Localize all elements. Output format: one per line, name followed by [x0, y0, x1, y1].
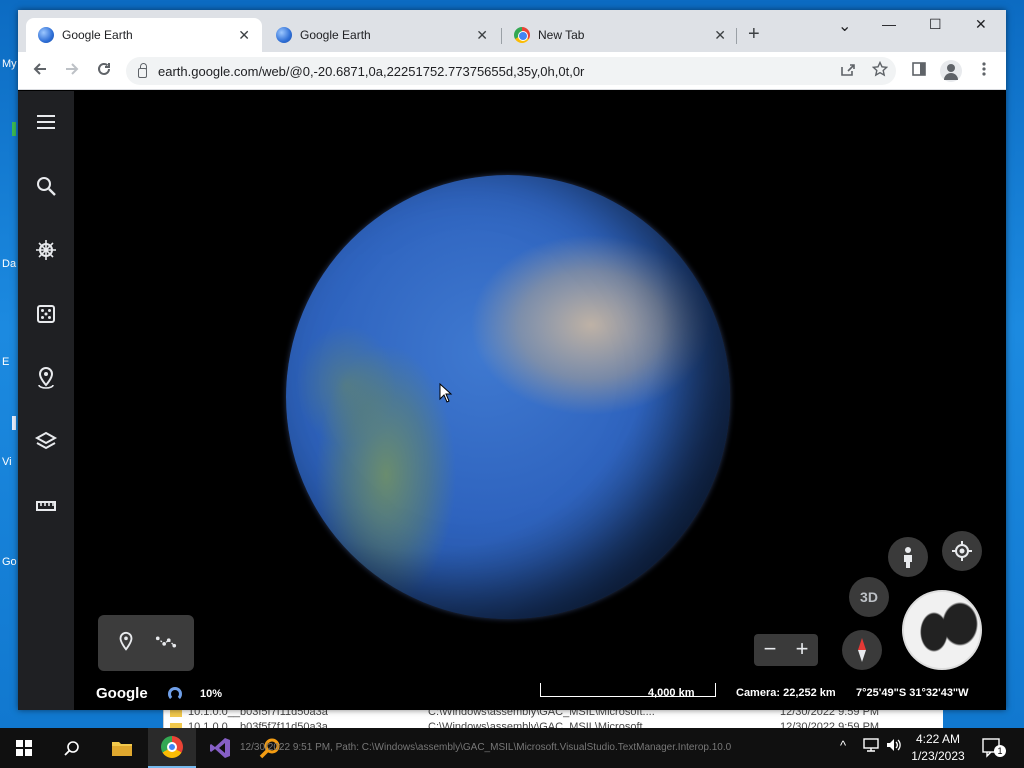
placemark-path-toolbox [98, 615, 194, 671]
notification-count: 1 [994, 745, 1006, 757]
map-style-layers-icon[interactable] [34, 430, 58, 454]
windows-logo-icon [16, 740, 32, 756]
loading-percent: 10% [200, 688, 223, 700]
earth-sidebar [18, 91, 74, 710]
compass-button[interactable] [842, 630, 882, 670]
overview-mini-globe[interactable] [902, 590, 982, 670]
desktop-icon-label[interactable]: My [2, 58, 17, 70]
earth-favicon-icon [276, 27, 292, 43]
desktop-icon[interactable] [12, 122, 16, 136]
crosshair-location-icon [952, 541, 972, 561]
feeling-lucky-dice-icon[interactable] [34, 302, 58, 326]
browser-toolbar: earth.google.com/web/@0,-20.6871,0a,2225… [18, 52, 1006, 90]
taskbar-status-text: 12/30/2022 9:51 PM, Path: C:\Windows\ass… [240, 742, 732, 753]
zoom-controls: − + [754, 634, 818, 666]
taskbar-search-button[interactable] [48, 728, 96, 768]
zoom-out-button[interactable]: − [754, 636, 786, 662]
clock-time: 4:22 AM [915, 732, 961, 746]
forward-button[interactable] [62, 61, 82, 81]
address-bar[interactable]: earth.google.com/web/@0,-20.6871,0a,2225… [126, 57, 896, 85]
network-icon[interactable] [863, 738, 879, 755]
new-tab-button[interactable]: + [748, 24, 760, 44]
my-location-button[interactable] [942, 531, 982, 571]
status-bar: Google 10% 4,000 km Camera: 22,252 km 7°… [18, 681, 1006, 710]
taskbar-chrome[interactable] [148, 728, 196, 768]
minimize-button[interactable]: — [882, 16, 896, 32]
chrome-icon [161, 736, 183, 758]
arrow-left-icon [33, 63, 46, 75]
visual-studio-icon [210, 738, 230, 758]
google-logo: Google [96, 685, 148, 702]
mouse-cursor-icon [439, 383, 453, 403]
lock-icon[interactable] [138, 63, 147, 78]
desktop-icon-label[interactable]: Da [2, 258, 16, 270]
back-button[interactable] [30, 61, 50, 81]
browser-window: Google Earth ✕ Google Earth ✕ New Tab ✕ … [18, 10, 1006, 710]
measure-ruler-icon[interactable] [34, 494, 58, 518]
add-placemark-icon[interactable] [115, 631, 137, 653]
volume-icon[interactable] [886, 738, 902, 755]
globe-shading [286, 175, 730, 619]
hamburger-menu-icon[interactable] [34, 110, 58, 134]
projects-pin-icon[interactable] [34, 366, 58, 390]
clock-date: 1/23/2023 [911, 749, 965, 763]
tab-separator [736, 28, 737, 44]
street-view-pegman-button[interactable] [888, 537, 928, 577]
camera-altitude: Camera: 22,252 km [736, 687, 836, 699]
arrow-right-icon [66, 63, 79, 75]
reload-icon [98, 62, 110, 75]
zoom-in-button[interactable]: + [786, 636, 818, 662]
side-panel-icon[interactable] [909, 61, 929, 81]
desktop-icon-label[interactable]: E [2, 356, 9, 368]
start-button[interactable] [0, 728, 48, 768]
close-icon[interactable]: ✕ [238, 27, 250, 44]
notifications-button[interactable]: 1 [982, 738, 1006, 758]
system-clock[interactable]: 4:22 AM 1/23/2023 [906, 731, 970, 765]
draw-path-icon[interactable] [155, 631, 177, 653]
taskbar: 12/30/2022 9:51 PM, Path: C:\Windows\ass… [0, 728, 1024, 768]
share-icon[interactable] [838, 61, 858, 81]
cursor-coordinates: 7°25'49"S 31°32'43"W [856, 687, 969, 699]
close-icon[interactable]: ✕ [476, 27, 488, 44]
menu-kebab-icon[interactable] [974, 61, 994, 81]
maximize-button[interactable]: ☐ [929, 16, 942, 33]
tab-title: New Tab [538, 28, 585, 42]
chrome-favicon-icon [514, 27, 530, 43]
earth-favicon-icon [38, 27, 54, 43]
url-text[interactable]: earth.google.com/web/@0,-20.6871,0a,2225… [158, 64, 584, 79]
loading-spinner-icon [168, 687, 182, 701]
close-window-button[interactable]: ✕ [975, 16, 987, 33]
tab-title: Google Earth [300, 28, 371, 42]
tray-overflow-chevron-icon[interactable]: ^ [840, 738, 846, 753]
toggle-3d-label: 3D [860, 589, 878, 605]
earth-viewport[interactable]: 3D − + Google 10% 4,000 km Camera: 22,25… [18, 91, 1006, 710]
close-icon[interactable]: ✕ [714, 27, 726, 44]
reload-button[interactable] [94, 61, 114, 81]
search-icon[interactable] [34, 174, 58, 198]
desktop-icon-label[interactable]: Vi [2, 456, 12, 468]
compass-needle-icon [858, 638, 866, 662]
tab-strip: Google Earth ✕ Google Earth ✕ New Tab ✕ … [18, 10, 1006, 52]
tab-title: Google Earth [62, 28, 133, 42]
taskbar-visual-studio[interactable] [196, 728, 244, 768]
profile-avatar-icon[interactable] [940, 60, 962, 82]
scale-label: 4,000 km [648, 687, 695, 699]
tab-new-tab[interactable]: New Tab ✕ [502, 18, 738, 52]
tab-google-earth-2[interactable]: Google Earth ✕ [264, 18, 500, 52]
tab-google-earth-1[interactable]: Google Earth ✕ [26, 18, 262, 52]
toggle-3d-button[interactable]: 3D [849, 577, 889, 617]
desktop-icon-label[interactable]: Go [2, 556, 17, 568]
bookmark-star-icon[interactable] [870, 60, 890, 81]
desktop-icon[interactable] [12, 416, 16, 430]
folder-icon [112, 742, 132, 756]
taskbar-file-explorer[interactable] [98, 728, 146, 768]
pegman-icon [904, 547, 912, 568]
voyager-ship-wheel-icon[interactable] [34, 238, 58, 262]
tab-search-button[interactable]: ⌄ [838, 16, 851, 36]
search-icon [64, 741, 79, 756]
